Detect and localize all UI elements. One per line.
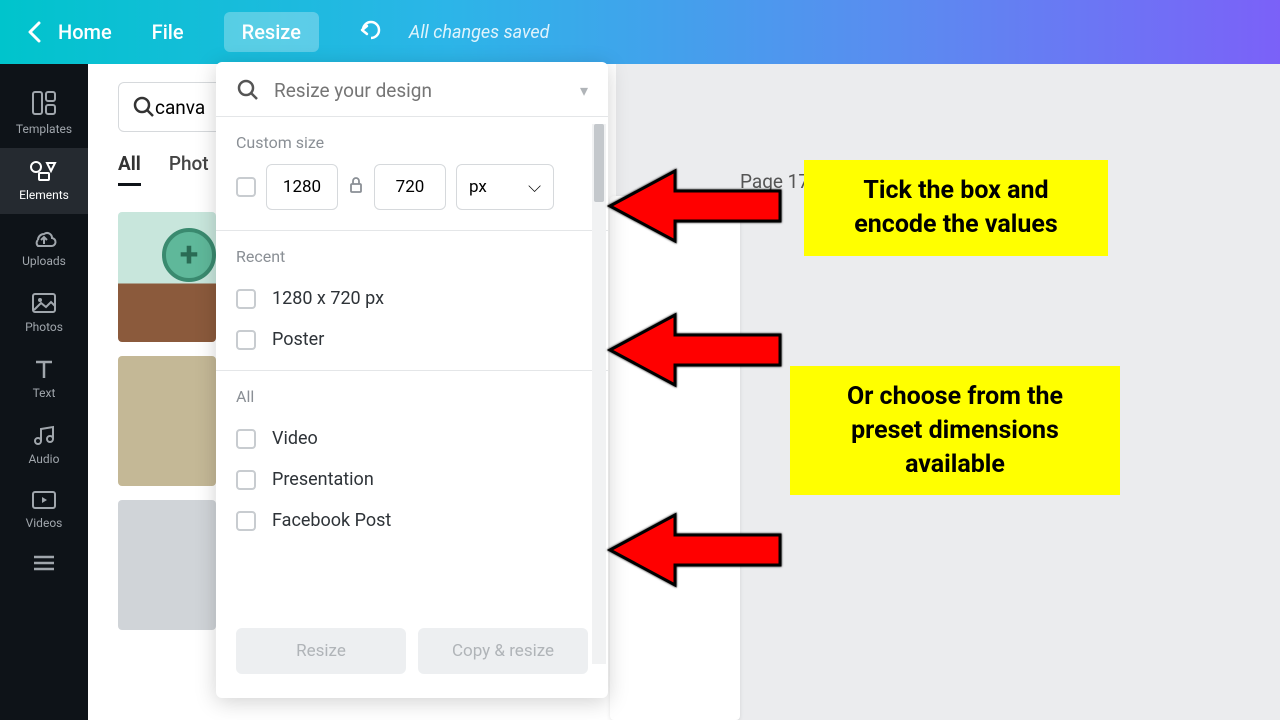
recent-option[interactable]: Poster xyxy=(216,319,608,360)
search-icon xyxy=(133,96,155,118)
sidebar-elements[interactable]: Elements xyxy=(0,148,88,214)
custom-size-row: px ⌵ xyxy=(216,164,608,230)
custom-size-label: Custom size xyxy=(216,117,608,164)
all-label: All xyxy=(216,371,608,418)
copy-resize-button[interactable]: Copy & resize xyxy=(418,628,588,674)
sidebar-text[interactable]: Text xyxy=(0,346,88,412)
left-sidebar: Templates Elements Uploads Photos Text A… xyxy=(0,64,88,720)
preset-option[interactable]: Video xyxy=(216,418,608,459)
chevron-down-icon: ⌵ xyxy=(528,177,541,197)
elements-icon xyxy=(29,160,59,182)
canvas-page[interactable] xyxy=(610,196,740,720)
sidebar-label: Elements xyxy=(19,188,69,202)
sidebar-photos[interactable]: Photos xyxy=(0,280,88,346)
sidebar-label: Text xyxy=(33,386,56,400)
tab-photos[interactable]: Phot xyxy=(169,144,209,186)
file-menu[interactable]: File xyxy=(152,20,184,44)
preset-option[interactable]: Presentation xyxy=(216,459,608,500)
sidebar-label: Videos xyxy=(26,516,63,530)
sidebar-label: Uploads xyxy=(22,254,66,268)
sidebar-uploads[interactable]: Uploads xyxy=(0,214,88,280)
option-text: Poster xyxy=(272,329,324,350)
thumbnail-item[interactable] xyxy=(118,356,216,486)
option-text: Facebook Post xyxy=(272,510,391,531)
preset-option[interactable]: Facebook Post xyxy=(216,500,608,541)
audio-icon xyxy=(32,424,56,446)
templates-icon xyxy=(31,90,57,116)
resize-menu[interactable]: Resize xyxy=(224,12,319,52)
videos-icon xyxy=(31,490,57,510)
option-checkbox[interactable] xyxy=(236,289,256,309)
unit-dropdown[interactable]: px ⌵ xyxy=(456,164,554,210)
annotation-callout: Tick the box and encode the values xyxy=(804,160,1108,256)
top-toolbar: Home File Resize All changes saved xyxy=(0,0,1280,64)
popup-footer: Resize Copy & resize xyxy=(216,612,608,698)
option-text: Video xyxy=(272,428,318,449)
thumbnail-item[interactable]: + xyxy=(118,212,216,342)
home-menu[interactable]: Home xyxy=(58,20,112,44)
option-checkbox[interactable] xyxy=(236,470,256,490)
sidebar-more[interactable] xyxy=(0,542,88,584)
tab-all[interactable]: All xyxy=(118,144,141,186)
unit-value: px xyxy=(469,177,487,197)
recent-option[interactable]: 1280 x 720 px xyxy=(216,278,608,319)
width-input[interactable] xyxy=(266,164,338,210)
page-number-label: Page 17 xyxy=(740,170,809,193)
thumbnail-item[interactable] xyxy=(118,500,216,630)
lock-icon[interactable] xyxy=(348,176,364,198)
chevron-down-icon[interactable]: ▾ xyxy=(580,81,588,100)
search-icon xyxy=(236,78,260,102)
option-checkbox[interactable] xyxy=(236,511,256,531)
uploads-icon xyxy=(31,226,57,248)
height-input[interactable] xyxy=(374,164,446,210)
sidebar-templates[interactable]: Templates xyxy=(0,78,88,148)
back-button[interactable] xyxy=(20,18,48,46)
sidebar-audio[interactable]: Audio xyxy=(0,412,88,478)
sidebar-label: Photos xyxy=(25,320,63,334)
undo-button[interactable] xyxy=(359,19,385,45)
option-checkbox[interactable] xyxy=(236,429,256,449)
resize-dropdown: ▾ Custom size px ⌵ Recent 1280 x 720 px … xyxy=(216,62,608,698)
custom-size-checkbox[interactable] xyxy=(236,177,256,197)
resize-search-input[interactable] xyxy=(274,79,566,102)
option-text: 1280 x 720 px xyxy=(272,288,384,309)
resize-search-row: ▾ xyxy=(216,62,608,116)
sidebar-videos[interactable]: Videos xyxy=(0,478,88,542)
save-status: All changes saved xyxy=(409,22,550,43)
option-checkbox[interactable] xyxy=(236,330,256,350)
recent-label: Recent xyxy=(216,231,608,278)
text-icon xyxy=(33,358,55,380)
resize-button[interactable]: Resize xyxy=(236,628,406,674)
scrollbar[interactable] xyxy=(592,124,606,664)
option-text: Presentation xyxy=(272,469,374,490)
photos-icon xyxy=(31,292,57,314)
annotation-callout: Or choose from the preset dimensions ava… xyxy=(790,366,1120,495)
sidebar-label: Audio xyxy=(29,452,60,466)
sidebar-label: Templates xyxy=(16,122,72,136)
more-icon xyxy=(32,554,56,572)
